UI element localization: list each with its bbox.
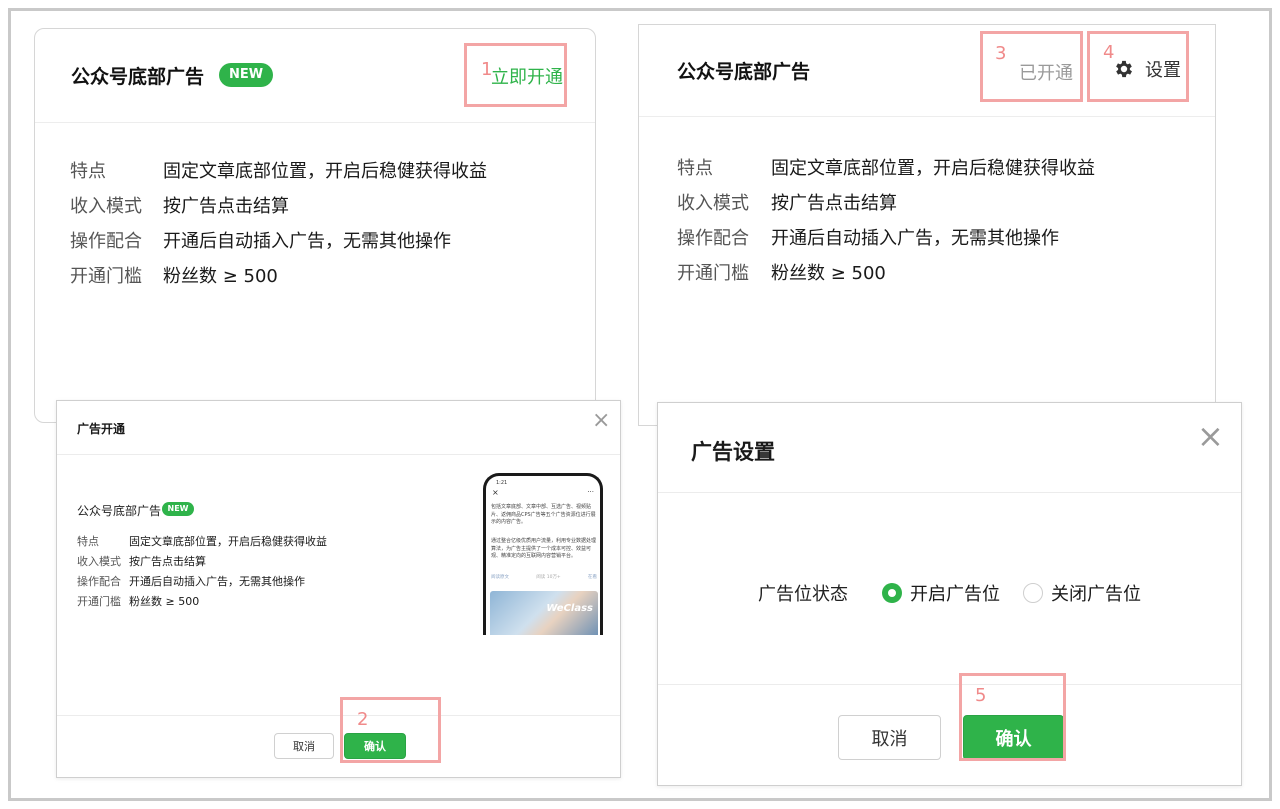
radio-close[interactable]: 关闭广告位 [1023, 580, 1141, 606]
info-value: 按广告点击结算 [129, 555, 206, 568]
dialog-divider [658, 492, 1241, 493]
ad-info-list: 特点 固定文章底部位置，开启后稳健获得收益 收入模式 按广告点击结算 操作配合 开通后… [677, 149, 1095, 289]
ad-settings-dialog: 广告设置 × 广告位状态 开启广告位 关闭广告位 取消 确认 [657, 402, 1242, 786]
ad-info-list: 特点 固定文章底部位置，开启后稳健获得收益 收入模式 按广告点击结算 操作配合 开通后… [77, 531, 327, 611]
new-badge: NEW [162, 502, 194, 516]
info-row: 收入模式 按广告点击结算 [77, 551, 327, 571]
card-title: 公众号底部广告 [677, 61, 811, 83]
ad-image: WeClass [490, 591, 598, 635]
close-icon: × [492, 488, 499, 497]
info-value: 粉丝数 ≥ 500 [163, 265, 278, 287]
more-icon: ··· [587, 488, 594, 496]
watching: 在看 [588, 575, 597, 580]
info-value: 开通后自动插入广告，无需其他操作 [163, 230, 451, 252]
info-label: 操作配合 [77, 575, 121, 588]
info-value: 固定文章底部位置，开启后稳健获得收益 [163, 160, 487, 182]
card-title: 公众号底部广告 [71, 66, 205, 88]
info-label: 操作配合 [677, 227, 749, 249]
annotation-number: 5 [975, 685, 987, 706]
info-label: 开通门槛 [70, 265, 142, 287]
radio-unselected-icon [1023, 583, 1043, 603]
ad-title: 公众号底部广告 [77, 504, 162, 518]
status-label: 广告位状态 [758, 584, 848, 605]
info-row: 特点 固定文章底部位置，开启后稳健获得收益 [70, 152, 487, 187]
annotation-number: 4 [1103, 42, 1115, 63]
info-label: 收入模式 [77, 555, 121, 568]
annotation-number: 3 [995, 43, 1007, 64]
phone-preview: 1:21 × ··· 包括文章底部、文章中部、互选广告、视频贴片、返佣商品CPS… [483, 473, 603, 635]
radio-open[interactable]: 开启广告位 [882, 580, 1000, 606]
annotation-box [980, 31, 1083, 102]
annotation-number: 2 [357, 709, 369, 730]
phone-meta: 阅读原文 阅读 10万+ 在看 [491, 574, 597, 580]
annotation-box [464, 43, 567, 107]
info-row: 操作配合 开通后自动插入广告，无需其他操作 [70, 222, 487, 257]
info-row: 特点 固定文章底部位置，开启后稳健获得收益 [677, 149, 1095, 184]
radio-close-label: 关闭广告位 [1051, 584, 1141, 605]
ad-open-dialog: 广告开通 × 公众号底部广告 NEW 特点 固定文章底部位置，开启后稳健获得收益 … [56, 400, 621, 778]
info-value: 粉丝数 ≥ 500 [771, 262, 886, 284]
info-row: 操作配合 开通后自动插入广告，无需其他操作 [677, 219, 1095, 254]
info-row: 开通门槛 粉丝数 ≥ 500 [77, 591, 327, 611]
radio-selected-icon [882, 583, 902, 603]
info-row: 收入模式 按广告点击结算 [677, 184, 1095, 219]
cancel-button[interactable]: 取消 [838, 715, 941, 760]
info-value: 开通后自动插入广告，无需其他操作 [771, 227, 1059, 249]
ad-info-list: 特点 固定文章底部位置，开启后稳健获得收益 收入模式 按广告点击结算 操作配合 开通后… [70, 152, 487, 292]
phone-paragraph: 通过整合亿级优质用户流量，利用专业数据处理算法，为广告主提供了一个成本可控、效益… [491, 538, 597, 559]
info-label: 特点 [70, 160, 106, 182]
info-value: 开通后自动插入广告，无需其他操作 [129, 575, 305, 588]
dialog-title: 广告开通 [77, 422, 126, 436]
annotation-box [340, 697, 441, 763]
info-row: 收入模式 按广告点击结算 [70, 187, 487, 222]
info-label: 特点 [77, 535, 99, 548]
cancel-button[interactable]: 取消 [274, 733, 334, 759]
info-label: 收入模式 [70, 195, 142, 217]
read-original: 阅读原文 [491, 575, 509, 580]
info-label: 操作配合 [70, 230, 142, 252]
info-value: 按广告点击结算 [771, 192, 897, 214]
info-label: 开通门槛 [77, 595, 121, 608]
info-label: 开通门槛 [677, 262, 749, 284]
phone-time: 1:21 [496, 480, 508, 486]
dialog-divider [57, 454, 620, 455]
info-label: 收入模式 [677, 192, 749, 214]
new-badge: NEW [219, 63, 273, 87]
info-row: 操作配合 开通后自动插入广告，无需其他操作 [77, 571, 327, 591]
ad-brand: WeClass [546, 603, 593, 614]
close-icon[interactable]: × [1197, 420, 1224, 452]
dialog-title: 广告设置 [691, 440, 775, 464]
radio-open-label: 开启广告位 [910, 584, 1000, 605]
annotation-number: 1 [481, 59, 493, 80]
dialog-divider [57, 715, 620, 716]
info-value: 按广告点击结算 [163, 195, 289, 217]
info-row: 开通门槛 粉丝数 ≥ 500 [677, 254, 1095, 289]
info-label: 特点 [677, 157, 713, 179]
info-value: 粉丝数 ≥ 500 [129, 595, 200, 608]
close-icon[interactable]: × [592, 410, 610, 432]
dialog-divider [658, 684, 1241, 685]
info-row: 特点 固定文章底部位置，开启后稳健获得收益 [77, 531, 327, 551]
info-row: 开通门槛 粉丝数 ≥ 500 [70, 257, 487, 292]
phone-paragraph: 包括文章底部、文章中部、互选广告、视频贴片、返佣商品CPS广告等五个广告资源位进… [491, 504, 596, 525]
read-count: 阅读 10万+ [536, 575, 561, 580]
info-value: 固定文章底部位置，开启后稳健获得收益 [129, 535, 327, 548]
info-value: 固定文章底部位置，开启后稳健获得收益 [771, 157, 1095, 179]
